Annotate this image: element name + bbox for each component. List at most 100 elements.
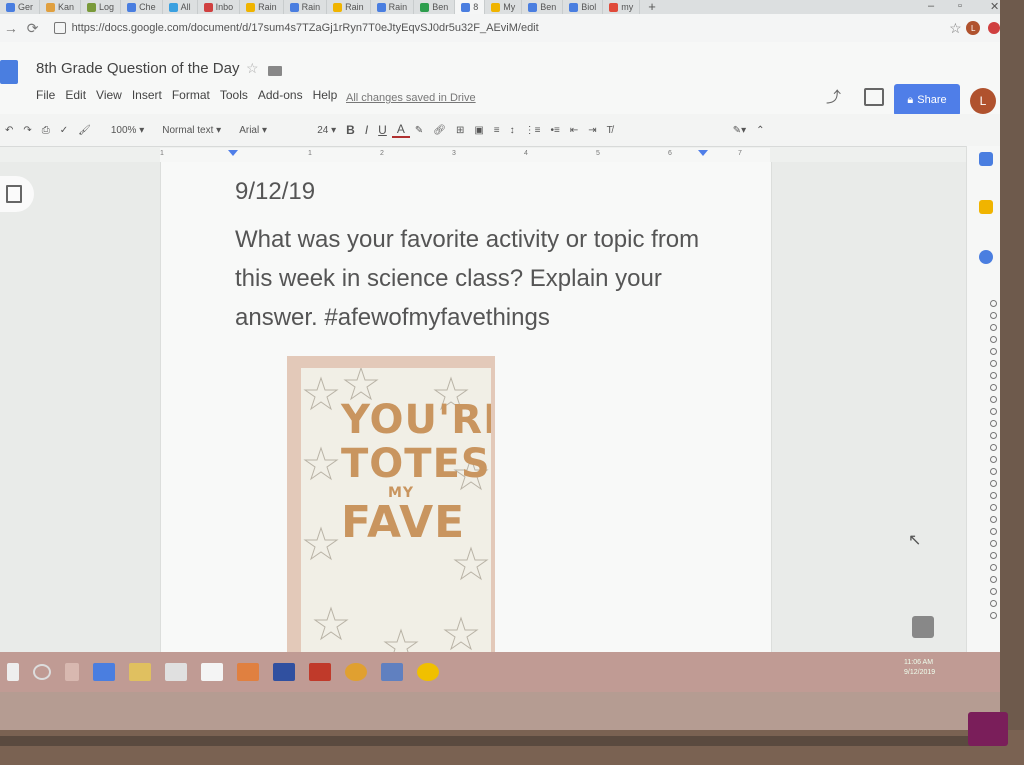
font-select[interactable]: Arial ▾ <box>234 125 304 136</box>
font-value: Arial <box>239 124 260 136</box>
forward-icon[interactable]: → <box>0 20 22 36</box>
style-select[interactable]: Normal text ▾ <box>157 125 226 136</box>
bold-button[interactable]: B <box>341 123 360 137</box>
bookmark-star-icon[interactable]: ☆ <box>945 20 967 37</box>
browser-tab[interactable]: Ben <box>522 0 564 14</box>
store-icon[interactable] <box>165 663 187 681</box>
editing-mode-icon[interactable]: ✎▾ <box>728 125 751 136</box>
docs-logo-icon[interactable] <box>0 60 18 84</box>
task-view-icon[interactable] <box>65 663 79 681</box>
browser-tab[interactable]: Inbo <box>198 0 241 14</box>
browser-tab[interactable]: My <box>485 0 523 14</box>
search-icon[interactable] <box>33 664 51 680</box>
minimize-icon[interactable]: – <box>928 0 934 14</box>
menu-item-add-ons[interactable]: Add-ons <box>258 88 303 102</box>
start-icon[interactable] <box>7 663 19 681</box>
activity-dashboard-icon[interactable]: ⤴ <box>826 86 841 107</box>
browser-tab[interactable]: Rain <box>240 0 284 14</box>
browser-tab[interactable]: Log <box>81 0 122 14</box>
tab-label: My <box>503 2 516 12</box>
menu-item-file[interactable]: File <box>36 88 55 102</box>
media-player-icon[interactable] <box>237 663 259 681</box>
print-icon[interactable]: ⎙ <box>37 125 55 136</box>
menu-item-tools[interactable]: Tools <box>220 88 248 102</box>
zoom-select[interactable]: 100% ▾ <box>106 125 149 136</box>
insert-image-icon[interactable]: ▣ <box>469 125 488 136</box>
highlight-icon[interactable]: ✎ <box>410 125 428 136</box>
browser-tab[interactable]: Rain <box>327 0 371 14</box>
underline-button[interactable]: U <box>373 123 392 137</box>
browser-tab[interactable]: Ben <box>414 0 456 14</box>
browser-tab[interactable]: Rain <box>284 0 328 14</box>
align-icon[interactable]: ≡ <box>489 125 505 136</box>
decrease-indent-icon[interactable]: ⇤ <box>565 125 583 136</box>
taskbar-clock[interactable]: 11:06 AM 9/12/2019 <box>904 658 935 678</box>
link-icon[interactable]: 🔗︎ <box>428 125 451 136</box>
italic-button[interactable]: I <box>360 123 373 137</box>
browser-tab[interactable]: Ger <box>0 0 41 14</box>
save-status[interactable]: All changes saved in Drive <box>346 92 476 104</box>
extension-icon[interactable] <box>988 22 1000 34</box>
document-outline-button[interactable] <box>0 176 34 212</box>
powerpoint-icon[interactable] <box>309 663 331 681</box>
calendar-icon[interactable] <box>979 152 993 166</box>
document-title[interactable]: 8th Grade Question of the Day <box>36 60 239 77</box>
browser-tab[interactable]: my <box>603 0 641 14</box>
account-avatar[interactable]: L <box>970 88 996 114</box>
document-page[interactable]: 9/12/19 What was your favorite activity … <box>160 162 772 658</box>
clear-formatting-icon[interactable]: T̸ <box>602 125 618 136</box>
paint-format-icon[interactable]: 🖌︎ <box>73 125 96 136</box>
comments-icon[interactable] <box>864 88 884 106</box>
app-icon[interactable] <box>417 663 439 681</box>
right-indent-marker[interactable] <box>698 150 708 156</box>
inserted-image[interactable]: YOU'RE TOTES MY FAVE <box>287 356 495 658</box>
marker-dot <box>990 408 997 415</box>
left-indent-marker[interactable] <box>228 150 238 156</box>
font-size-select[interactable]: 24 ▾ <box>312 125 341 136</box>
document-date[interactable]: 9/12/19 <box>235 178 315 206</box>
increase-indent-icon[interactable]: ⇥ <box>583 125 601 136</box>
browser-tab[interactable]: Rain <box>371 0 415 14</box>
notes-icon[interactable] <box>381 663 403 681</box>
url-field[interactable]: https://docs.google.com/document/d/17sum… <box>53 17 925 39</box>
browser-tab[interactable]: Che <box>121 0 163 14</box>
menu-item-help[interactable]: Help <box>313 88 338 102</box>
browser-tab[interactable]: Kan <box>40 0 82 14</box>
bulleted-list-icon[interactable]: •≡ <box>545 125 564 136</box>
mail-icon[interactable] <box>201 663 223 681</box>
text-color-button[interactable]: A <box>391 122 410 138</box>
menu-item-insert[interactable]: Insert <box>132 88 162 102</box>
collapse-icon[interactable]: ⌃ <box>751 125 769 136</box>
numbered-list-icon[interactable]: ⋮≡ <box>520 125 546 136</box>
profile-avatar[interactable]: L <box>966 21 981 35</box>
file-explorer-icon[interactable] <box>129 663 151 681</box>
ruler[interactable]: 1 1 2 3 4 5 6 7 <box>160 148 770 162</box>
spellcheck-icon[interactable]: ✓ <box>55 125 73 136</box>
keep-icon[interactable] <box>979 200 993 214</box>
explore-icon[interactable] <box>912 616 934 638</box>
question-text[interactable]: What was your favorite activity or topic… <box>235 220 735 337</box>
word-icon[interactable] <box>273 663 295 681</box>
redo-icon[interactable]: ↷ <box>18 125 36 136</box>
browser-tab[interactable]: 8 <box>455 0 486 14</box>
browser-tab[interactable]: Biol <box>563 0 604 14</box>
share-button[interactable]: 🔒︎ Share <box>894 84 960 116</box>
line-spacing-icon[interactable]: ↕ <box>505 125 520 136</box>
restore-icon[interactable]: ▫ <box>958 0 962 14</box>
menu-item-view[interactable]: View <box>96 88 122 102</box>
close-icon[interactable]: ✕ <box>990 0 999 14</box>
menu-item-edit[interactable]: Edit <box>65 88 86 102</box>
star-icon[interactable]: ☆ <box>246 60 259 77</box>
tasks-icon[interactable] <box>979 250 993 264</box>
new-tab-button[interactable]: + <box>640 0 664 14</box>
edge-icon[interactable] <box>93 663 115 681</box>
tab-favicon-icon <box>246 2 256 12</box>
outline-icon <box>6 185 22 203</box>
browser-tab[interactable]: All <box>163 0 198 14</box>
chrome-icon[interactable] <box>345 663 367 681</box>
reload-icon[interactable]: ⟳ <box>22 20 44 37</box>
insert-comment-icon[interactable]: ⊞ <box>451 125 469 136</box>
undo-icon[interactable]: ↶ <box>0 125 18 136</box>
menu-item-format[interactable]: Format <box>172 88 210 102</box>
folder-icon[interactable] <box>268 66 282 76</box>
